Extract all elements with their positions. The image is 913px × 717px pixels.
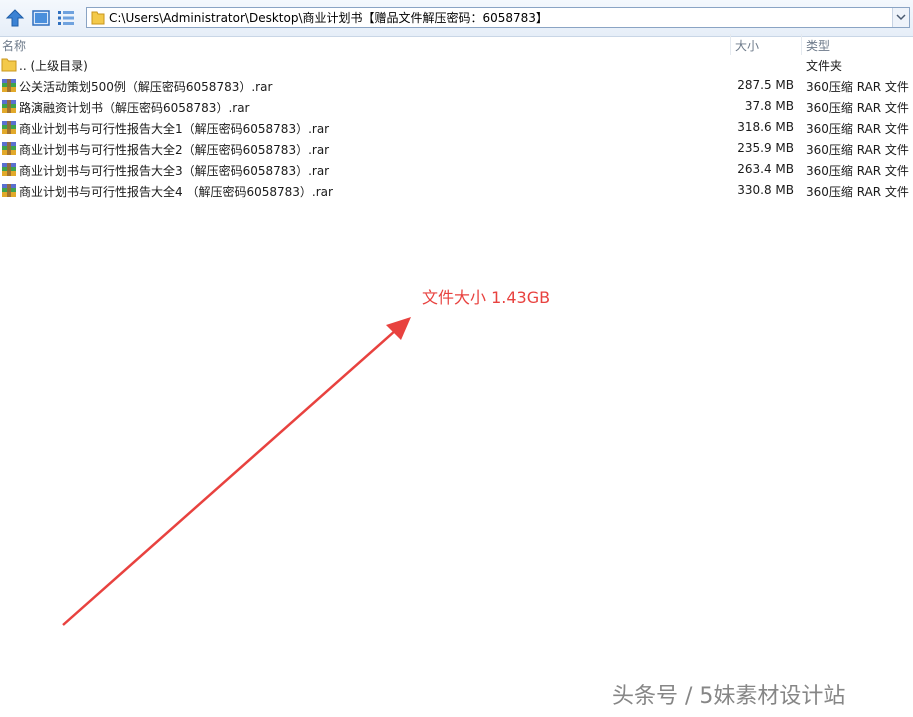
watermark: 头条号 / 5妹素材设计站	[612, 684, 846, 709]
annotation-arrow	[62, 317, 411, 626]
file-size-annotation: 文件大小 1.43GB	[422, 288, 551, 307]
